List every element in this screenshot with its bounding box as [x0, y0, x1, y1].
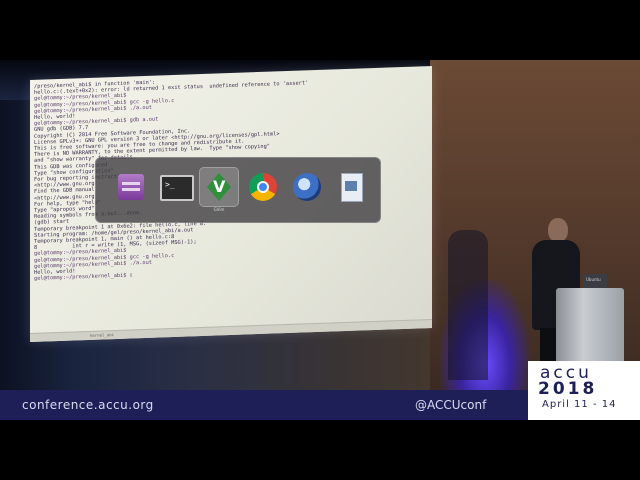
conference-url: conference.accu.org — [22, 398, 154, 412]
switcher-app-thunderbird[interactable] — [288, 168, 326, 206]
twitter-handle: @ACCUconf — [415, 398, 487, 412]
laptop: Ubuntu — [583, 274, 607, 288]
thunderbird-icon — [293, 173, 321, 201]
chrome-icon — [249, 173, 277, 201]
document-viewer-icon — [341, 173, 363, 202]
speaker-head — [548, 218, 568, 242]
switcher-app-files[interactable] — [112, 168, 150, 206]
conference-banner: conference.accu.org @ACCUconf — [0, 390, 528, 420]
logo-year: 2018 — [538, 379, 598, 399]
vim-icon — [207, 173, 231, 201]
switcher-app-terminal[interactable] — [156, 168, 194, 206]
speaker-shadow — [448, 230, 488, 380]
status-bar-left: kernel_abi — [90, 332, 115, 338]
files-icon — [118, 174, 144, 200]
switcher-app-chrome[interactable] — [244, 168, 282, 206]
switcher-app-gvim[interactable] — [200, 168, 238, 206]
switcher-app-document-viewer[interactable] — [332, 168, 370, 206]
app-switcher: GVim — [95, 157, 381, 223]
laptop-sticker: Ubuntu — [586, 277, 601, 282]
terminal-icon — [160, 175, 194, 201]
switcher-app-label: GVim — [213, 207, 225, 212]
logo-dates: April 11 - 14 — [542, 399, 617, 410]
accu-logo: accu 2018 April 11 - 14 — [528, 361, 640, 420]
